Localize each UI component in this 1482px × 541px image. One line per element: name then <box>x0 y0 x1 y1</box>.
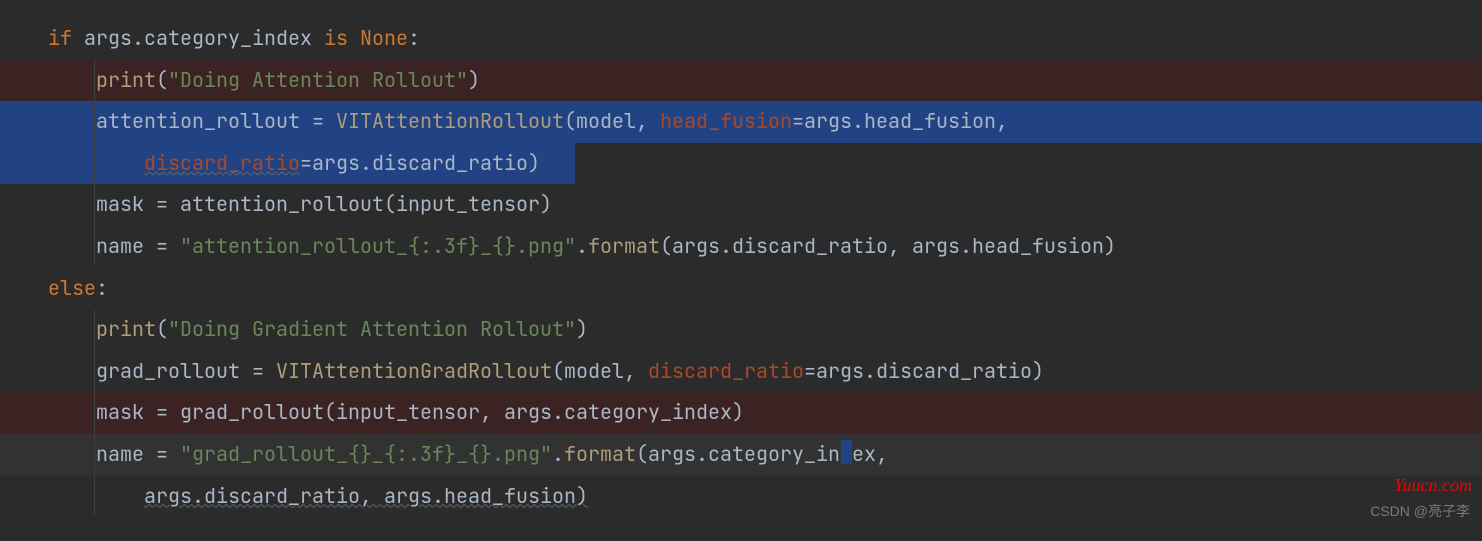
code-line[interactable]: grad_rollout = VITAttentionGradRollout(m… <box>48 351 1482 393</box>
function-print: print <box>96 316 156 342</box>
param-discard-ratio: discard_ratio <box>144 150 300 176</box>
code-line[interactable]: name = "grad_rollout_{}_{:.3f}_{}.png".f… <box>48 434 1482 476</box>
string-literal: "grad_rollout_{}_{:.3f}_{}.png" <box>180 441 552 467</box>
param-head-fusion: head_fusion <box>660 108 792 134</box>
class-constructor: VITAttentionRollout <box>336 108 564 134</box>
text-cursor <box>841 440 852 464</box>
code-line[interactable]: args.discard_ratio, args.head_fusion) <box>48 476 1482 518</box>
code-line[interactable]: print("Doing Attention Rollout") <box>48 60 1482 102</box>
keyword-none: None <box>360 25 408 51</box>
param-discard-ratio: discard_ratio <box>648 358 804 384</box>
keyword-else: else <box>48 275 96 301</box>
method-format: format <box>564 441 636 467</box>
method-format: format <box>588 233 660 259</box>
code-line[interactable]: if args.category_index is None: <box>48 18 1482 60</box>
code-line[interactable]: mask = attention_rollout(input_tensor) <box>48 184 1482 226</box>
string-literal: "Doing Gradient Attention Rollout" <box>168 316 576 342</box>
string-literal: "attention_rollout_{:.3f}_{}.png" <box>180 233 576 259</box>
class-constructor: VITAttentionGradRollout <box>276 358 552 384</box>
code-content: if args.category_index is None: print("D… <box>48 18 1482 517</box>
code-line[interactable]: print("Doing Gradient Attention Rollout"… <box>48 309 1482 351</box>
keyword-is: is <box>324 25 348 51</box>
code-line[interactable]: discard_ratio=args.discard_ratio) <box>48 143 1482 185</box>
code-editor[interactable]: if args.category_index is None: print("D… <box>0 0 1482 517</box>
string-literal: "Doing Attention Rollout" <box>168 67 468 93</box>
keyword-if: if <box>48 25 72 51</box>
code-line[interactable]: mask = grad_rollout(input_tensor, args.c… <box>48 392 1482 434</box>
function-print: print <box>96 67 156 93</box>
code-line[interactable]: name = "attention_rollout_{:.3f}_{}.png"… <box>48 226 1482 268</box>
code-line[interactable]: attention_rollout = VITAttentionRollout(… <box>48 101 1482 143</box>
code-line[interactable]: else: <box>48 268 1482 310</box>
